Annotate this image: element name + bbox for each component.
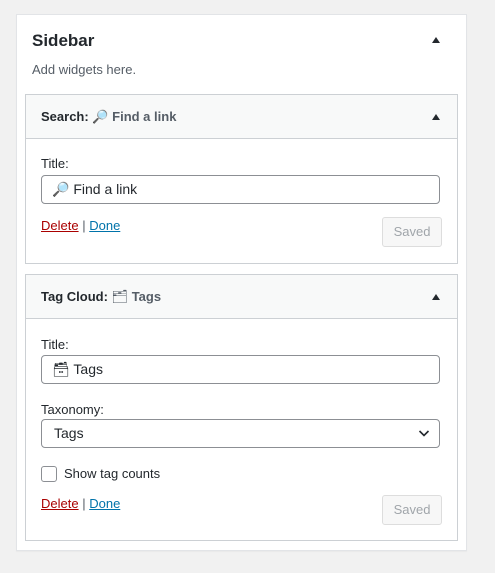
taxonomy-select-value: Tags (54, 425, 84, 441)
tag-cloud-delete-link[interactable]: Delete (41, 496, 79, 511)
tag-cloud-widget-actions: Delete | Done (41, 496, 120, 511)
sidebar-collapse-arrow-icon[interactable] (432, 37, 440, 43)
sidebar-description: Add widgets here. (32, 62, 137, 77)
tag-cloud-widget-name: Tags (131, 289, 162, 304)
search-widget-actions: Delete | Done (41, 218, 120, 233)
search-widget-name: Find a link (112, 109, 177, 124)
chevron-down-icon (418, 430, 430, 437)
search-widget-header-title: Search: 🔎 Find a link (41, 109, 176, 125)
tag-cloud-title-input[interactable]: 🗃 Tags (41, 355, 440, 384)
show-tag-counts-label[interactable]: Show tag counts (64, 466, 160, 481)
tag-cloud-widget-collapse-arrow-icon[interactable] (432, 294, 440, 300)
search-done-link[interactable]: Done (89, 218, 120, 233)
sidebar-panel: Sidebar Add widgets here. Search: 🔎 Find… (16, 14, 467, 551)
action-separator: | (82, 218, 86, 233)
magnifier-icon: 🔎 (92, 110, 109, 125)
taxonomy-label: Taxonomy: (41, 402, 104, 417)
search-widget: Search: 🔎 Find a link Title: 🔎 Find a li… (25, 94, 458, 264)
tag-cloud-title-label: Title: (41, 337, 69, 352)
search-widget-collapse-arrow-icon[interactable] (432, 114, 440, 120)
tag-cloud-widget-header[interactable]: Tag Cloud: 🗂 Tags (26, 275, 457, 319)
sidebar-title: Sidebar (32, 31, 95, 50)
tag-cloud-widget-header-title: Tag Cloud: 🗂 Tags (41, 289, 161, 305)
search-widget-type-label: Search: (41, 109, 89, 124)
search-saved-button[interactable]: Saved (382, 217, 442, 247)
search-title-input[interactable]: 🔎 Find a link (41, 175, 440, 204)
search-title-label: Title: (41, 156, 69, 171)
search-delete-link[interactable]: Delete (41, 218, 79, 233)
tag-cloud-done-link[interactable]: Done (89, 496, 120, 511)
search-title-input-value: Find a link (73, 181, 138, 197)
card-box-icon: 🗃 (52, 362, 70, 378)
magnifier-icon: 🔎 (52, 182, 70, 198)
taxonomy-select[interactable]: Tags (41, 419, 440, 448)
tag-cloud-widget: Tag Cloud: 🗂 Tags Title: 🗃 Tags Taxonomy… (25, 274, 458, 541)
tag-cloud-title-input-value: Tags (73, 361, 103, 377)
show-tag-counts-checkbox[interactable] (41, 466, 57, 482)
tag-cloud-widget-type-label: Tag Cloud: (41, 289, 108, 304)
tag-cloud-saved-button[interactable]: Saved (382, 495, 442, 525)
action-separator: | (82, 496, 86, 511)
search-widget-header[interactable]: Search: 🔎 Find a link (26, 95, 457, 139)
folder-icon: 🗂 (111, 290, 129, 305)
